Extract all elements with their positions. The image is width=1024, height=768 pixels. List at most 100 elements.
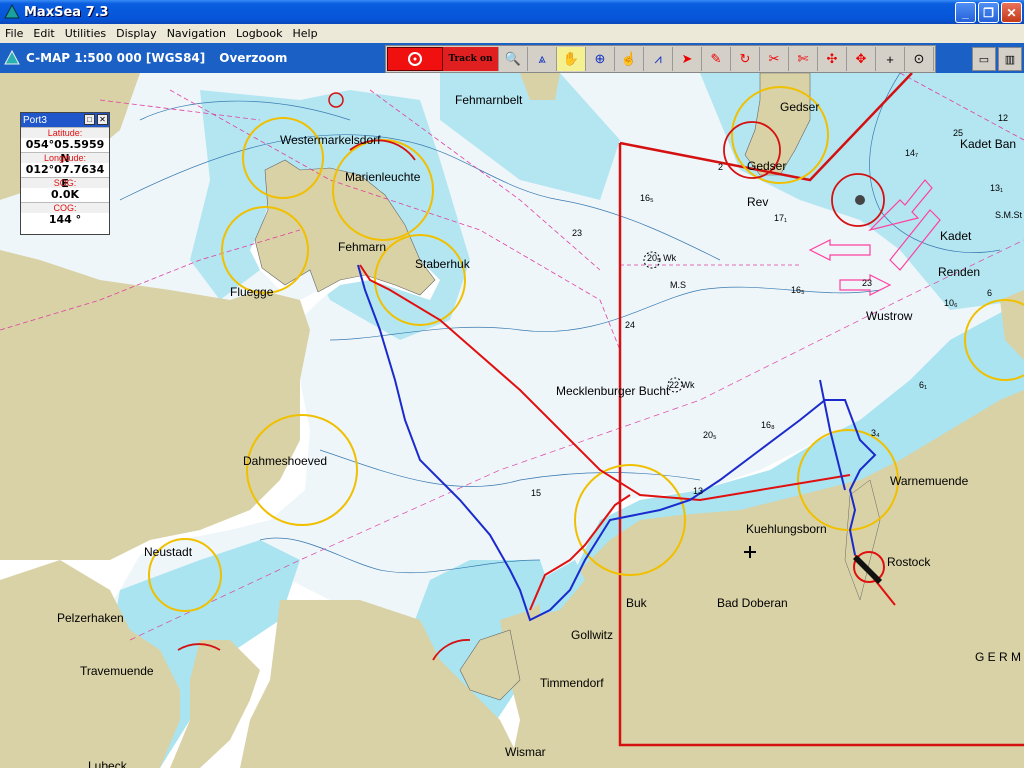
depth-16a: 16₅ bbox=[640, 193, 654, 203]
depth-16c: 16₈ bbox=[761, 420, 775, 430]
label-bad-doberan: Bad Doberan bbox=[717, 596, 788, 610]
menu-bar: File Edit Utilities Display Navigation L… bbox=[0, 24, 1024, 43]
scissors-icon[interactable]: ✂ bbox=[760, 47, 789, 71]
menu-file[interactable]: File bbox=[0, 27, 28, 40]
label-rostock: Rostock bbox=[887, 555, 931, 569]
crosshair-icon[interactable]: ⊕ bbox=[586, 47, 615, 71]
label-ms: M.S bbox=[670, 280, 687, 290]
depth-13b: 13 bbox=[693, 486, 704, 496]
menu-display[interactable]: Display bbox=[111, 27, 162, 40]
label-kadet: Kadet bbox=[940, 229, 972, 243]
sog-label: SOG: bbox=[21, 177, 109, 188]
label-warnemuende: Warnemuende bbox=[890, 474, 969, 488]
cog-label: COG: bbox=[21, 202, 109, 213]
label-gollwitz: Gollwitz bbox=[571, 628, 614, 642]
label-germany: G E R M bbox=[975, 650, 1022, 664]
label-dahmeshoeved: Dahmeshoeved bbox=[243, 454, 328, 468]
panel-close-button[interactable]: ✕ bbox=[97, 114, 108, 125]
label-wismar: Wismar bbox=[505, 745, 546, 759]
pointer-icon[interactable]: ➤ bbox=[673, 47, 702, 71]
compass-tool-icon[interactable]: ⩓ bbox=[528, 47, 557, 71]
label-renden: Renden bbox=[938, 265, 981, 279]
plus-icon[interactable]: + bbox=[876, 47, 905, 71]
label-neustadt: Neustadt bbox=[144, 545, 193, 559]
depth-14: 14₇ bbox=[905, 148, 919, 158]
label-gedser: Gedser bbox=[780, 100, 820, 114]
hand-pan-icon[interactable]: ✋ bbox=[557, 47, 586, 71]
label-staberhuk: Staberhuk bbox=[415, 257, 470, 271]
close-button[interactable]: ✕ bbox=[1001, 2, 1022, 23]
port-title: Port3 bbox=[23, 114, 47, 126]
rotate-icon[interactable]: ↻ bbox=[731, 47, 760, 71]
menu-logbook[interactable]: Logbook bbox=[231, 27, 287, 40]
panel-restore-button[interactable]: □ bbox=[84, 114, 95, 125]
label-westermarkelsdorf: Westermarkelsdorf bbox=[280, 133, 381, 147]
label-mecklenburger-bucht: Mecklenburger Bucht bbox=[556, 384, 670, 398]
port-info-panel: Port3 □ ✕ Latitude: 054°05.5959 N Longit… bbox=[20, 112, 110, 235]
label-timmendorf: Timmendorf bbox=[540, 676, 604, 690]
cog-value: 144 ° bbox=[48, 213, 82, 226]
chart-source: C-MAP 1:500 000 [WGS84] bbox=[26, 51, 206, 65]
main-toolbar: Track on 🔍 ⩓ ✋ ⊕ ☝ ⩘ ➤ ✎ ↻ ✂ ✄ ✣ ✥ + ⊙ bbox=[385, 45, 936, 73]
minimize-button[interactable]: _ bbox=[955, 2, 976, 23]
depth-17: 17₁ bbox=[774, 213, 788, 223]
window-layout-icon[interactable]: ▭ bbox=[972, 47, 996, 71]
depth-24: 24 bbox=[625, 320, 636, 330]
depth-2: 2 bbox=[718, 162, 724, 172]
depth-15: 15 bbox=[531, 488, 542, 498]
label-fehmarnbelt: Fehmarnbelt bbox=[455, 93, 523, 107]
title-bar: MaxSea 7.3 _ ❐ ✕ bbox=[0, 0, 1024, 24]
chart-map[interactable]: Fehmarnbelt Gedser Gedser Westermarkelsd… bbox=[0, 73, 1024, 768]
label-kadet-ban: Kadet Ban bbox=[960, 137, 1017, 151]
label-pelzerhaken: Pelzerhaken bbox=[57, 611, 124, 625]
latitude-label: Latitude: bbox=[21, 127, 109, 138]
depth-6b: 6 bbox=[987, 288, 993, 298]
stop-button[interactable] bbox=[387, 47, 443, 71]
center-icon[interactable]: ⊙ bbox=[905, 47, 934, 71]
depth-6: 6₁ bbox=[919, 380, 928, 390]
track-on-button[interactable]: Track on bbox=[443, 47, 499, 71]
depth-20: 20₅ bbox=[703, 430, 717, 440]
node-icon[interactable]: ✣ bbox=[818, 47, 847, 71]
pencil-icon[interactable]: ✎ bbox=[702, 47, 731, 71]
depth-25: 25 bbox=[953, 128, 964, 138]
menu-utilities[interactable]: Utilities bbox=[60, 27, 111, 40]
zoom-icon[interactable]: 🔍 bbox=[499, 47, 528, 71]
sog-value: 0.0K bbox=[50, 188, 79, 201]
label-wustrow: Wustrow bbox=[866, 309, 913, 323]
label-lubeck: Lubeck bbox=[88, 759, 127, 768]
depth-13: 13₁ bbox=[990, 183, 1004, 193]
depth-10: 10₆ bbox=[944, 298, 958, 308]
label-kuehlungsborn: Kuehlungsborn bbox=[746, 522, 827, 536]
hand-select-icon[interactable]: ☝ bbox=[615, 47, 644, 71]
label-gedser-2: Gedser bbox=[747, 159, 787, 173]
chart-icon bbox=[4, 50, 20, 65]
longitude-label: Longitude: bbox=[21, 152, 109, 163]
depth-12: 12 bbox=[998, 113, 1009, 123]
depth-23b: 23 bbox=[862, 278, 873, 288]
depth-16b: 16₅ bbox=[791, 285, 805, 295]
restore-button[interactable]: ❐ bbox=[978, 2, 999, 23]
measure-icon[interactable]: ⩘ bbox=[644, 47, 673, 71]
window-title: MaxSea 7.3 bbox=[24, 4, 109, 20]
menu-navigation[interactable]: Navigation bbox=[162, 27, 231, 40]
app-icon bbox=[4, 4, 20, 19]
label-wreck: 20₅ Wk bbox=[647, 253, 677, 263]
depth-3: 3₄ bbox=[871, 428, 880, 438]
longitude-value: 012°07.7634 E bbox=[25, 163, 105, 190]
label-marienleuchte: Marienleuchte bbox=[345, 170, 421, 184]
split-view-icon[interactable]: ▥ bbox=[998, 47, 1022, 71]
menu-help[interactable]: Help bbox=[288, 27, 323, 40]
port-panel-header: Port3 □ ✕ bbox=[21, 113, 109, 127]
zoom-mode: Overzoom bbox=[219, 51, 288, 65]
target-icon bbox=[408, 52, 422, 66]
menu-edit[interactable]: Edit bbox=[28, 27, 59, 40]
latitude-value: 054°05.5959 N bbox=[25, 138, 105, 165]
label-fehmarn: Fehmarn bbox=[338, 240, 387, 254]
move-icon[interactable]: ✥ bbox=[847, 47, 876, 71]
cut-route-icon[interactable]: ✄ bbox=[789, 47, 818, 71]
label-rev: Rev bbox=[747, 195, 769, 209]
label-fluegge: Fluegge bbox=[230, 285, 274, 299]
buoy-icon bbox=[855, 195, 865, 205]
depth-23a: 23 bbox=[572, 228, 583, 238]
